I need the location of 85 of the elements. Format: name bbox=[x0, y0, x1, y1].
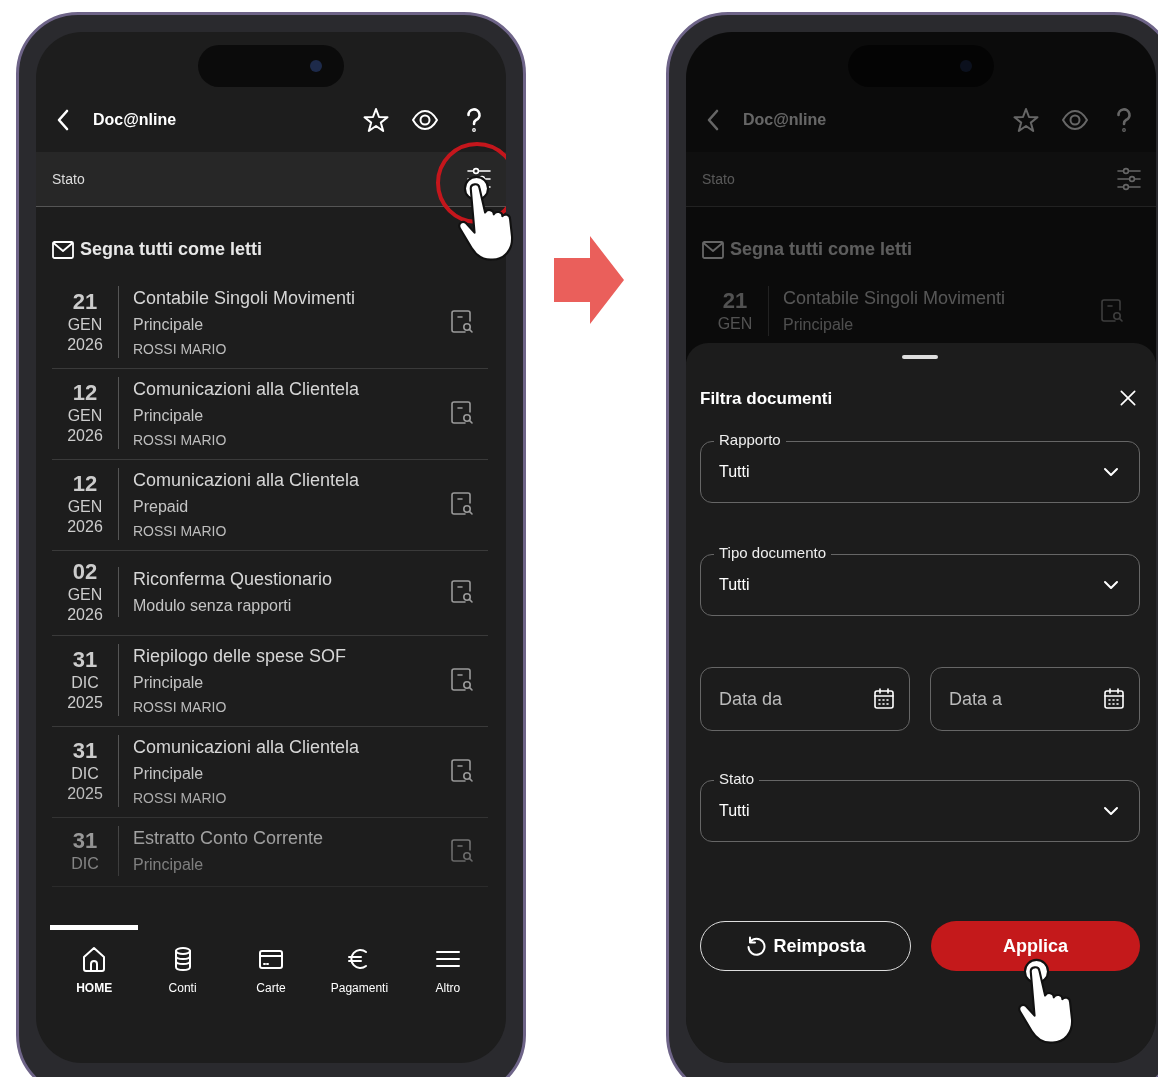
document-search-icon[interactable] bbox=[450, 838, 474, 864]
document-holder: ROSSI MARIO bbox=[133, 698, 228, 716]
document-title: Estratto Conto Corrente bbox=[133, 827, 325, 850]
star-icon[interactable] bbox=[362, 105, 390, 134]
document-row[interactable]: 31 DIC 2025 Comunicazioni alla Clientela Principale ROSSI MARIO bbox=[52, 727, 488, 818]
document-account: Principale bbox=[133, 673, 205, 693]
document-row[interactable]: 12 GEN 2026 Comunicazioni alla Clientela Prepaid ROSSI MARIO bbox=[52, 460, 488, 551]
document-holder: ROSSI MARIO bbox=[133, 340, 228, 358]
field-label: Tipo documento bbox=[714, 544, 831, 561]
calendar-icon bbox=[872, 687, 896, 711]
document-search-icon[interactable] bbox=[450, 309, 474, 335]
envelope-icon[interactable] bbox=[52, 240, 74, 259]
reset-button[interactable]: Reimposta bbox=[700, 921, 911, 971]
reset-icon bbox=[745, 935, 768, 957]
next-arrow-icon bbox=[554, 235, 624, 324]
document-row[interactable]: 31 DIC Estratto Conto Corrente Principale bbox=[52, 818, 488, 887]
document-title: Comunicazioni alla Clientela bbox=[133, 378, 361, 401]
date-input-field[interactable]: Data da bbox=[700, 667, 910, 731]
date-day: 21 bbox=[72, 289, 98, 315]
calendar-icon bbox=[1102, 687, 1126, 711]
date-year: 2026 bbox=[67, 335, 103, 355]
field-value: Tutti bbox=[719, 463, 751, 481]
nav-tab[interactable]: HOME bbox=[50, 925, 139, 1010]
document-title: Contabile Singoli Movimenti bbox=[133, 287, 357, 310]
document-title: Comunicazioni alla Clientela bbox=[133, 736, 361, 759]
date-year: 2026 bbox=[67, 426, 103, 446]
document-account: Principale bbox=[133, 315, 205, 335]
document-holder: ROSSI MARIO bbox=[133, 789, 228, 807]
field-value: Tutti bbox=[719, 576, 751, 594]
screen-title: Doc@nline bbox=[93, 110, 178, 129]
date-month: GEN bbox=[717, 314, 753, 334]
document-holder: ROSSI MARIO bbox=[133, 522, 228, 540]
nav-tab[interactable]: Altro bbox=[403, 925, 493, 1010]
screen-title: Doc@nline bbox=[743, 110, 828, 129]
document-row[interactable]: 12 GEN 2026 Comunicazioni alla Clientela Principale ROSSI MARIO bbox=[52, 369, 488, 460]
document-row[interactable]: 21 GEN 2026 Contabile Singoli Movimenti Principale ROSSI MARIO bbox=[52, 278, 488, 369]
date-day: 12 bbox=[72, 380, 98, 406]
date-day: 31 bbox=[72, 828, 98, 854]
date-input-field[interactable]: Data a bbox=[930, 667, 1140, 731]
document-account: Modulo senza rapporti bbox=[133, 596, 293, 616]
apply-button[interactable]: Applica bbox=[931, 921, 1140, 971]
sheet-title: Filtra documenti bbox=[700, 389, 834, 409]
date-day: 31 bbox=[72, 738, 98, 764]
document-search-icon[interactable] bbox=[450, 491, 474, 517]
document-account: Principale bbox=[133, 406, 205, 426]
date-year: 2025 bbox=[67, 784, 103, 804]
document-row[interactable]: 31 DIC 2025 Riepilogo delle spese SOF Principale ROSSI MARIO bbox=[52, 636, 488, 727]
date-day: 12 bbox=[72, 471, 98, 497]
drag-handle[interactable] bbox=[902, 355, 938, 359]
date-year: 2026 bbox=[67, 605, 103, 625]
document-title: Riepilogo delle spese SOF bbox=[133, 645, 348, 668]
document-account: Prepaid bbox=[133, 497, 190, 517]
date-month: GEN bbox=[67, 315, 103, 335]
document-search-icon[interactable] bbox=[450, 667, 474, 693]
date-month: DIC bbox=[71, 854, 99, 874]
document-title: Comunicazioni alla Clientela bbox=[133, 469, 361, 492]
document-title: Contabile Singoli Movimenti bbox=[783, 287, 1007, 310]
document-holder: ROSSI MARIO bbox=[133, 431, 228, 449]
document-account: Principale bbox=[133, 764, 205, 784]
mark-all-read-link[interactable]: Segna tutti come letti bbox=[80, 239, 263, 260]
date-month: GEN bbox=[67, 585, 103, 605]
document-account: Principale bbox=[783, 315, 855, 335]
nav-tab[interactable]: Conti bbox=[138, 925, 227, 1010]
date-year: 2025 bbox=[67, 693, 103, 713]
document-search-icon[interactable] bbox=[450, 758, 474, 784]
document-row[interactable]: 02 GEN 2026 Riconferma Questionario Modulo senza rapporti bbox=[52, 551, 488, 636]
filter-label: Stato bbox=[52, 171, 86, 187]
date-month: DIC bbox=[71, 764, 99, 784]
star-icon[interactable] bbox=[1012, 105, 1040, 134]
date-year: 2026 bbox=[67, 517, 103, 537]
document-title: Riconferma Questionario bbox=[133, 568, 334, 591]
nav-tab[interactable]: Pagamenti bbox=[315, 925, 404, 1010]
date-month: GEN bbox=[67, 406, 103, 426]
close-icon bbox=[1118, 387, 1138, 408]
date-month: DIC bbox=[71, 673, 99, 693]
date-day: 31 bbox=[72, 647, 98, 673]
document-account: Principale bbox=[133, 855, 205, 875]
document-search-icon[interactable] bbox=[450, 400, 474, 426]
field-value: Tutti bbox=[719, 802, 751, 820]
date-day: 02 bbox=[72, 559, 98, 585]
nav-tab[interactable]: Carte bbox=[226, 925, 316, 1010]
filter-label: Stato bbox=[702, 171, 736, 187]
document-search-icon[interactable] bbox=[450, 579, 474, 605]
date-month: GEN bbox=[67, 497, 103, 517]
date-day: 21 bbox=[722, 288, 748, 314]
